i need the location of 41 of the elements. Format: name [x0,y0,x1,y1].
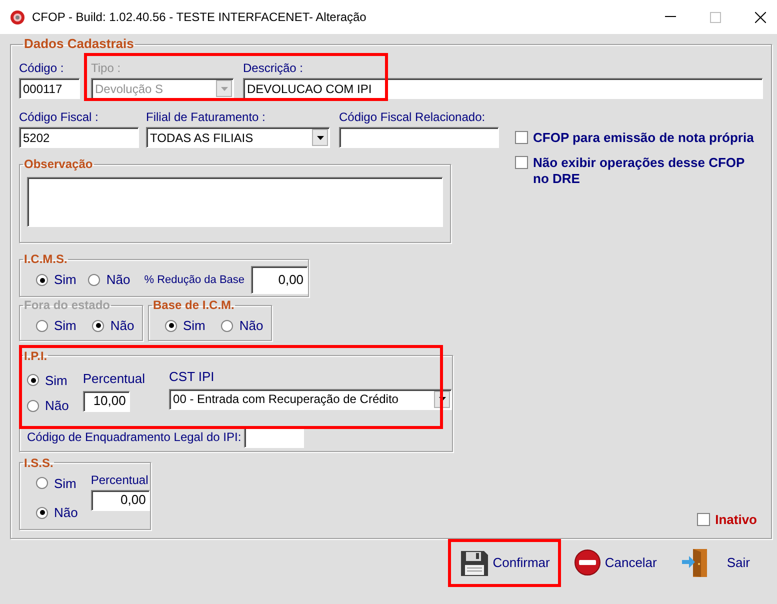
confirm-button[interactable]: Confirmar [448,538,561,586]
radio-button[interactable]: Não [36,503,78,522]
radio-button[interactable]: Não [88,270,130,290]
input-field[interactable]: 0,00 [250,266,308,294]
group-title: Dados Cadastrais [23,37,135,51]
input-field[interactable]: DEVOLUCAO COM IPI [243,78,763,99]
radio-button[interactable]: Não [27,396,69,416]
group-title: Base de I.C.M. [152,298,236,312]
radio-button[interactable]: Sim [36,270,76,290]
cancel-button[interactable]: Cancelar [562,538,668,586]
input-field[interactable]: 5202 [19,127,139,148]
window-title: CFOP - Build: 1.02.40.56 - TESTE INTERFACENET- Alteração [32,9,366,26]
input-field[interactable]: 000117 [19,78,80,99]
group-title: Fora do estado [23,298,112,312]
group-title: I.S.S. [23,456,54,470]
checkbox[interactable]: CFOP para emissão de nota própria [515,130,754,146]
group-title: Observação [23,157,94,171]
input-field[interactable]: 10,00 [82,390,130,412]
field-label: Percentual [90,472,150,488]
field-label: % Redução da Base [144,272,245,288]
field-label: Percentual [82,370,146,386]
radio-button[interactable]: Não [221,316,264,336]
field-label: Código de Enquadramento Legal do IPI: [27,429,242,445]
checkbox[interactable]: Não exibir operações desse CFOP no DRE [515,155,755,187]
dropdown[interactable]: TODAS AS FILIAIS [146,127,330,148]
field-label: Código : [19,60,65,76]
field-label: Filial de Faturamento : [146,109,266,125]
input-field[interactable]: 0,00 [90,490,150,510]
dropdown[interactable]: 00 - Entrada com Recuperação de Crédito [169,388,452,410]
field-label: Código Fiscal Relacionado: [339,109,486,125]
group-title: I.C.M.S. [23,252,68,266]
group-title: I.P.I. [23,348,48,362]
checkbox[interactable]: Inativo [697,512,757,528]
radio-button[interactable]: Sim [165,316,206,336]
exit-button[interactable]: Sair [670,538,761,586]
field-label: Código Fiscal : [19,109,100,125]
radio-button[interactable]: Sim [27,370,69,390]
field-label: Tipo : [91,60,122,76]
field-label: Descrição : [243,60,304,76]
field-label: CST IPI [169,368,216,384]
radio-button[interactable]: Sim [36,474,78,493]
